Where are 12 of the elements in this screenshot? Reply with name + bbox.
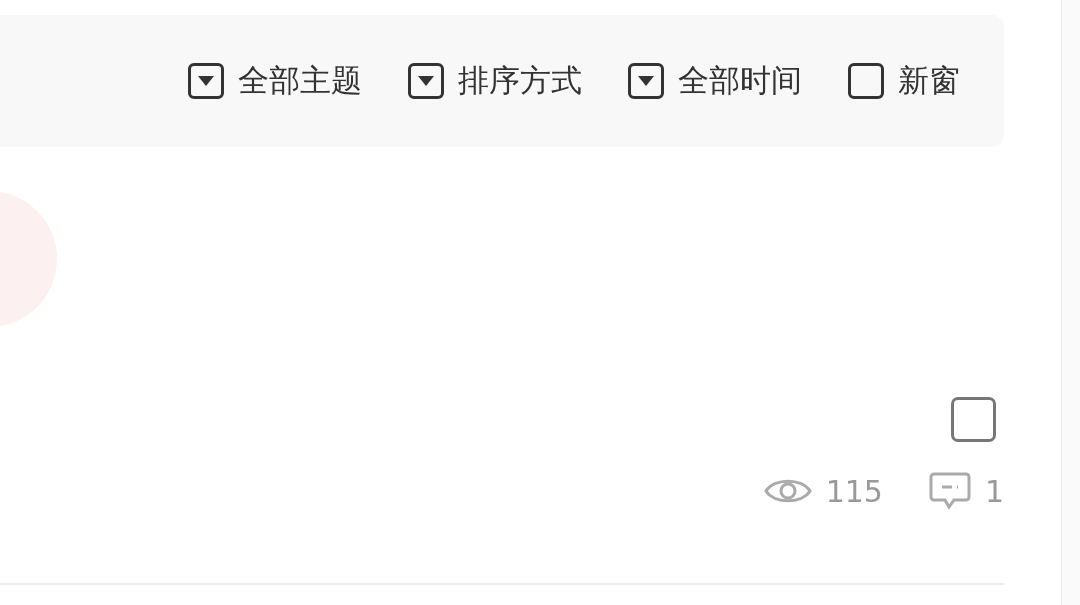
view-count: 115 <box>825 473 883 509</box>
dropdown-icon[interactable] <box>408 63 444 99</box>
filter-label[interactable]: 全部时间 <box>678 60 802 102</box>
filter-label[interactable]: 全部主题 <box>238 60 362 102</box>
filter-label[interactable]: 排序方式 <box>458 60 582 102</box>
comment-icon <box>928 472 971 510</box>
comment-count: 1 <box>984 473 1004 509</box>
checkbox[interactable] <box>951 397 996 442</box>
dropdown-icon[interactable] <box>628 63 664 99</box>
filter-label[interactable]: 新窗 <box>898 60 960 102</box>
checkbox[interactable] <box>848 63 884 99</box>
dropdown-icon[interactable] <box>188 63 224 99</box>
